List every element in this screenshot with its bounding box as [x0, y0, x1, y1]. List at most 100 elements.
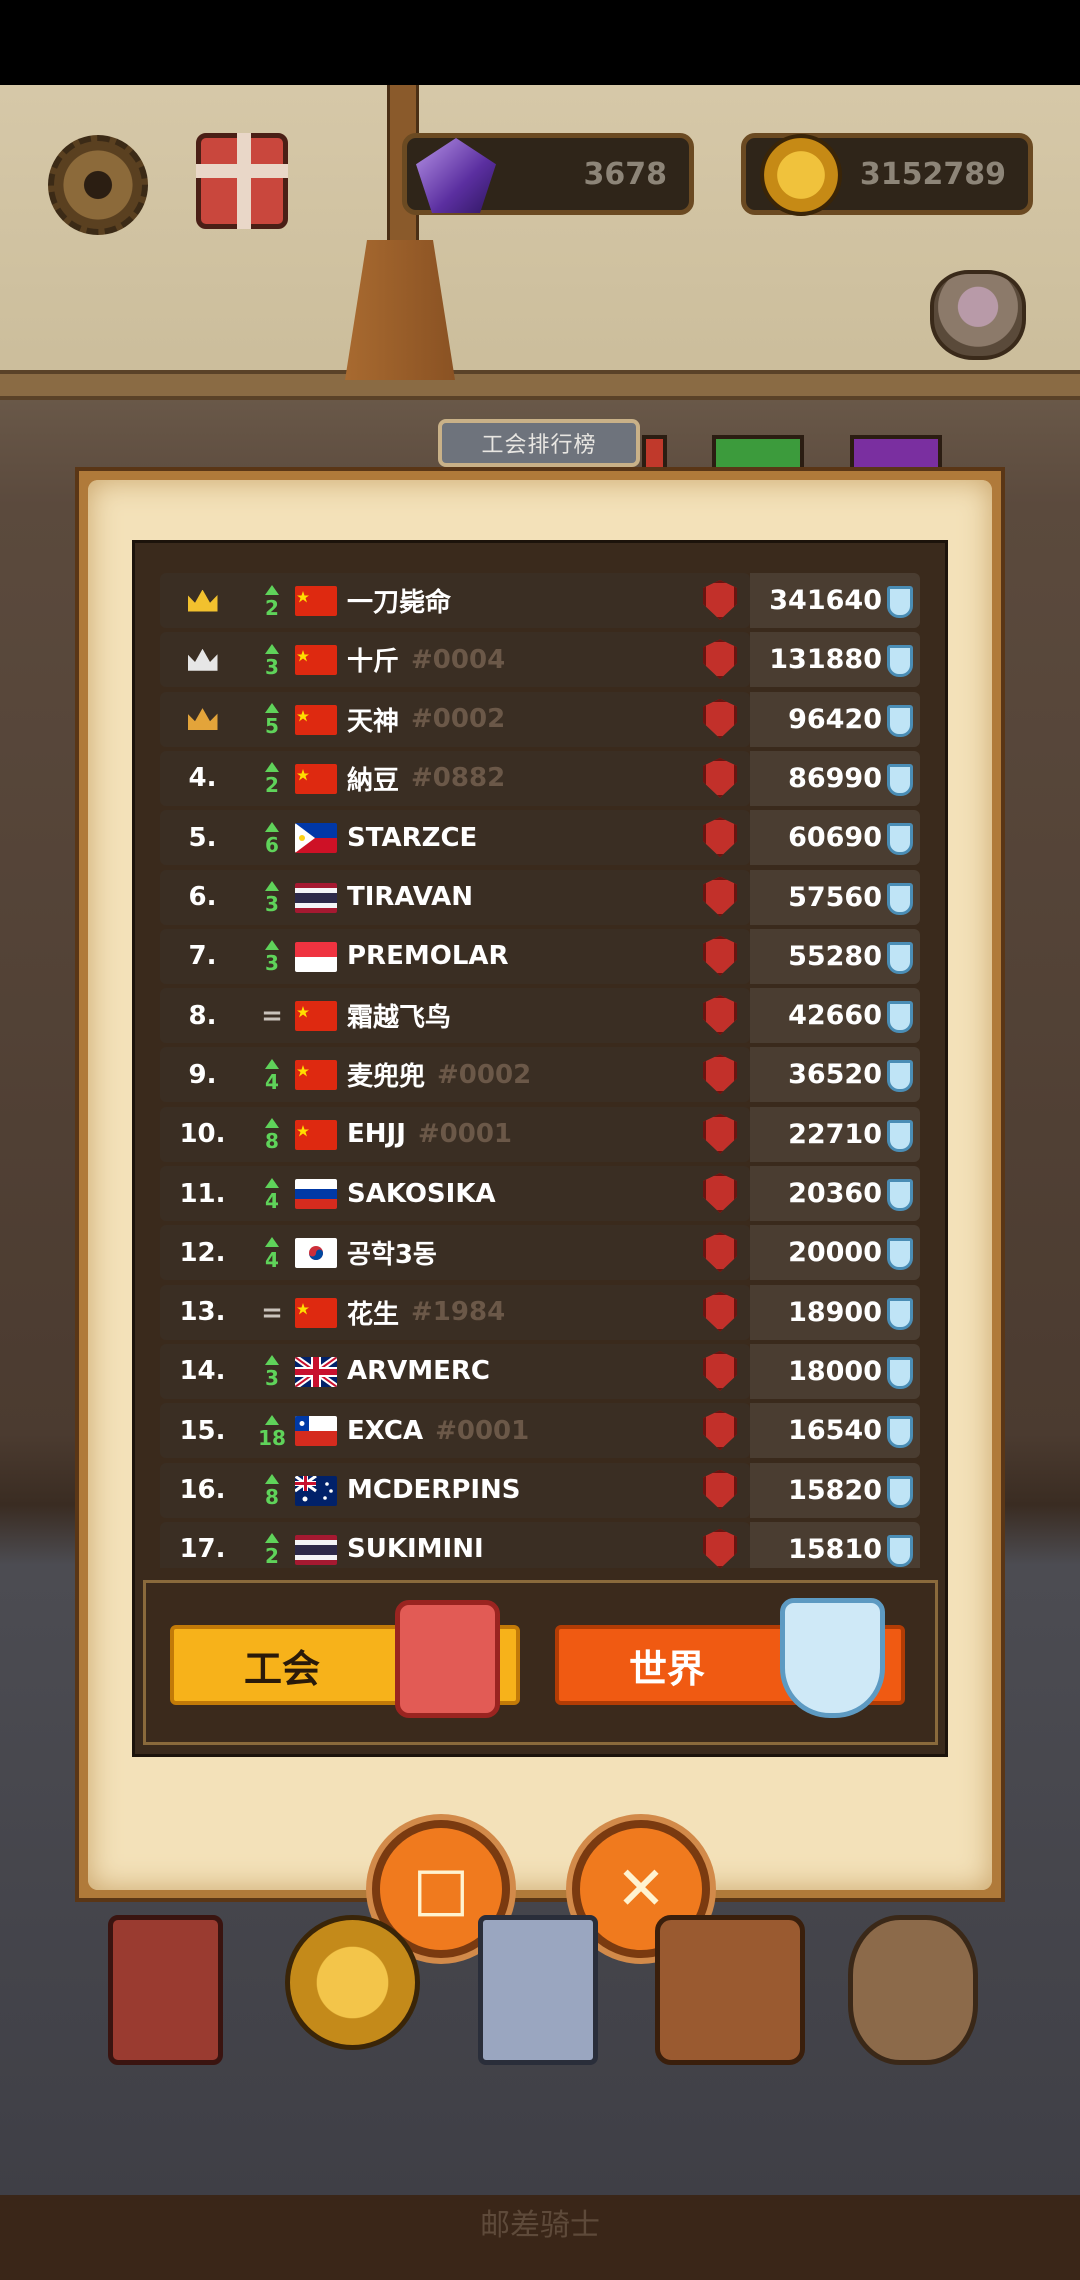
rank-crown-silver	[160, 632, 245, 687]
player-name: STARZCE	[347, 822, 478, 853]
player-name: SUKIMINI	[347, 1534, 484, 1565]
leaderboard-row[interactable]: 15. 18 EXCA #0001 16540	[160, 1403, 920, 1459]
close-icon: ✕	[615, 1854, 667, 1924]
rank-number: 12.	[179, 1237, 226, 1268]
rank-change-value: 3	[265, 654, 279, 679]
rank-change-up: 8	[252, 1467, 292, 1515]
player-name-cell: STARZCE	[347, 810, 477, 865]
player-name-cell: MCDERPINS	[347, 1463, 521, 1518]
flag-au-icon	[295, 1475, 337, 1506]
crown-icon	[187, 708, 218, 731]
app-title-footer: 邮差骑士	[480, 2208, 600, 2243]
leaderboard-row[interactable]: 5. 6 STARZCE 60690	[160, 810, 920, 866]
dock-cards-icon[interactable]	[478, 1915, 598, 2065]
gift-icon[interactable]	[196, 133, 288, 229]
shield-icon	[887, 1475, 913, 1508]
player-name-cell: 一刀毙命	[347, 573, 451, 628]
flag-sg-icon	[295, 941, 337, 972]
player-name: 공학3동	[347, 1240, 437, 1271]
player-tag: #0002	[437, 1059, 532, 1090]
up-arrow-icon	[265, 1355, 279, 1366]
shield-icon	[887, 1356, 913, 1389]
rank-change-up: 3	[252, 636, 292, 684]
rank-change-up: 3	[252, 933, 292, 981]
player-tag: #0001	[417, 1119, 513, 1150]
player-name: EXCA	[347, 1415, 424, 1446]
flag-cn-icon	[295, 1119, 337, 1150]
rank-number: 8.	[188, 1000, 217, 1031]
leaderboard-row[interactable]: 8. = 霜越飞鸟 42660	[160, 988, 920, 1044]
up-arrow-icon	[265, 1118, 279, 1129]
player-name: 一刀毙命	[347, 588, 452, 618]
world-tab-label: 世界	[629, 1646, 706, 1691]
leaderboard-row[interactable]: 7. 3 PREMOLAR 55280	[160, 928, 920, 984]
up-arrow-icon	[265, 1533, 279, 1544]
shield-icon	[887, 704, 913, 737]
leaderboard-row[interactable]: 14. 3 ARVMERC 18000	[160, 1343, 920, 1399]
rank-crown-gold	[160, 573, 245, 628]
flag-ph-icon	[295, 823, 337, 854]
dock-book-icon[interactable]	[108, 1915, 223, 2065]
flag-th-icon	[295, 882, 337, 913]
score: 57560	[788, 881, 882, 913]
row-background	[160, 988, 750, 1044]
shield-icon	[887, 1416, 913, 1449]
dock-coin-icon[interactable]	[285, 1915, 420, 2050]
rank-number: 9.	[188, 1059, 217, 1090]
rank-change-up: 4	[252, 1170, 292, 1218]
leaderboard-row[interactable]: 5 天神 #0002 96420	[160, 691, 920, 747]
score: 22710	[788, 1118, 882, 1150]
leaderboard-row[interactable]: 16. 8 MCDERPINS 15820	[160, 1462, 920, 1518]
player-name: 十斤	[347, 647, 400, 678]
leaderboard-row[interactable]: 12. 4 공학3동 20000	[160, 1225, 920, 1281]
player-name: 天神	[347, 706, 400, 737]
settings-gear-icon[interactable]	[48, 135, 148, 235]
leaderboard-list[interactable]: 2 一刀毙命 341640 3 十斤 #0004 131880 5 天神 #0002…	[160, 573, 920, 1568]
rank-change-value: 18	[258, 1425, 286, 1450]
player-name-cell: 納豆 #0882	[347, 751, 505, 806]
flag-cn-icon	[295, 1060, 337, 1091]
up-arrow-icon	[265, 821, 279, 832]
leaderboard-row[interactable]: 11. 4 SAKOSIKA 20360	[160, 1166, 920, 1221]
leaderboard-row[interactable]: 3 十斤 #0004 131880	[160, 632, 920, 688]
player-name-cell: SAKOSIKA	[347, 1166, 496, 1221]
bag-icon[interactable]	[930, 270, 1026, 360]
rank-change-same: =	[252, 992, 292, 1040]
player-name-cell: SUKIMINI	[347, 1522, 484, 1568]
row-background	[160, 573, 750, 628]
up-arrow-icon	[265, 1414, 279, 1425]
player-name-cell: 霜越飞鸟	[347, 988, 451, 1043]
shield-icon	[887, 1001, 913, 1034]
world-shield-icon	[780, 1598, 885, 1718]
up-arrow-icon	[265, 643, 279, 654]
leaderboard-row[interactable]: 17. 2 SUKIMINI 15810	[160, 1521, 920, 1568]
up-arrow-icon	[265, 1474, 279, 1484]
player-name: 麦兜兜	[347, 1062, 426, 1093]
dock-treasure-sack-icon[interactable]	[848, 1915, 978, 2065]
rank-change-up: 2	[252, 755, 292, 803]
rank-change-up: 4	[252, 1051, 292, 1099]
player-name: 納豆	[347, 765, 400, 796]
up-arrow-icon	[265, 1177, 279, 1188]
leaderboard-row[interactable]: 9. 4 麦兜兜 #0002 36520	[160, 1047, 920, 1103]
rank-number: 14.	[179, 1356, 226, 1387]
rank-change-value: 4	[265, 1069, 279, 1094]
player-name-cell: 공학3동	[347, 1225, 437, 1280]
flag-cn-icon	[295, 586, 337, 616]
player-name: MCDERPINS	[347, 1475, 521, 1505]
flag-ru-icon	[295, 1179, 337, 1209]
player-name-cell: 天神 #0002	[347, 692, 505, 747]
score: 60690	[788, 822, 882, 854]
score: 96420	[788, 703, 882, 735]
leaderboard-row[interactable]: 4. 2 納豆 #0882 86990	[160, 750, 920, 806]
leaderboard-row[interactable]: 2 一刀毙命 341640	[160, 573, 920, 628]
score: 18000	[788, 1355, 882, 1387]
leaderboard-row[interactable]: 10. 8 EHJJ #0001 22710	[160, 1106, 920, 1162]
rank-number: 17.	[179, 1534, 226, 1565]
leaderboard-row[interactable]: 13. = 花生 #1984 18900	[160, 1284, 920, 1340]
player-name-cell: 十斤 #0004	[347, 632, 505, 687]
leaderboard-row[interactable]: 6. 3 TIRAVAN 57560	[160, 869, 920, 925]
rank-change-up: 8	[252, 1111, 292, 1159]
dock-backpack-icon[interactable]	[655, 1915, 805, 2065]
player-name-cell: 花生 #1984	[347, 1285, 505, 1340]
